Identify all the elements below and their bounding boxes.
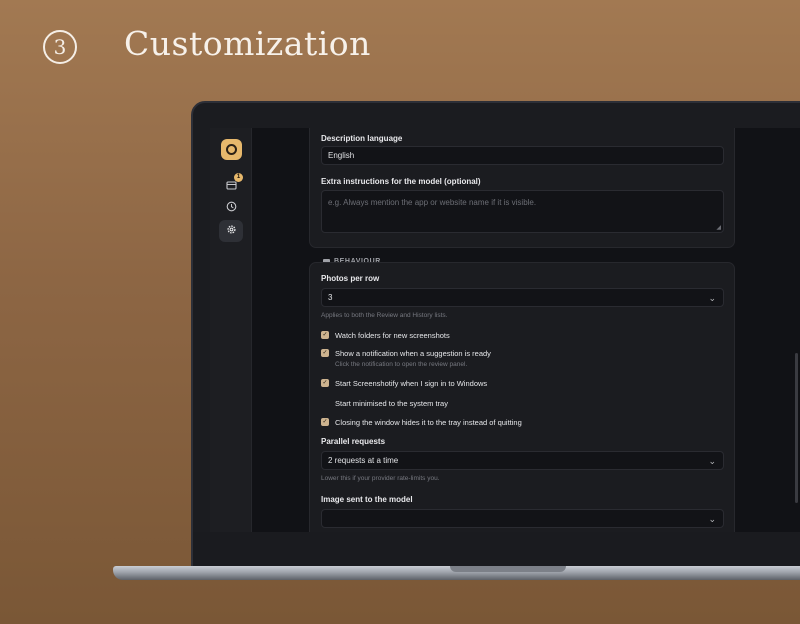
behaviour-card: Photos per row 3 ⌄ Applies to both the R… bbox=[309, 262, 735, 532]
checkbox-checked-icon[interactable]: ✓ bbox=[321, 379, 329, 387]
checkbox-checked-icon[interactable]: ✓ bbox=[321, 349, 329, 357]
clock-icon bbox=[226, 199, 237, 217]
photos-per-row-label: Photos per row bbox=[321, 274, 380, 283]
language-select[interactable]: English bbox=[321, 146, 724, 165]
step-number: 3 bbox=[43, 30, 77, 64]
gear-icon bbox=[226, 222, 237, 240]
parallel-requests-value: 2 requests at a time bbox=[328, 456, 399, 465]
option-label: Show a notification when a suggestion is… bbox=[335, 349, 491, 358]
nav-rail: 1 bbox=[210, 128, 252, 532]
option-label: Watch folders for new screenshots bbox=[335, 331, 450, 340]
photos-per-row-hint: Applies to both the Review and History l… bbox=[321, 312, 448, 319]
option-label: Start Screenshotify when I sign in to Wi… bbox=[335, 379, 488, 388]
option-sublabel: Click the notification to open the revie… bbox=[335, 361, 468, 368]
checkbox-checked-icon[interactable]: ✓ bbox=[321, 418, 329, 426]
review-count-badge: 1 bbox=[234, 173, 243, 182]
content-scrollbar[interactable] bbox=[795, 353, 798, 503]
option-label: Closing the window hides it to the tray … bbox=[335, 418, 522, 427]
extra-instructions-placeholder: e.g. Always mention the app or website n… bbox=[328, 198, 537, 207]
parallel-requests-hint: Lower this if your provider rate-limits … bbox=[321, 475, 440, 482]
language-label: Description language bbox=[321, 134, 403, 143]
laptop-bezel bbox=[193, 532, 800, 566]
option-label: Start minimised to the system tray bbox=[335, 399, 448, 408]
photos-per-row-value: 3 bbox=[328, 293, 333, 302]
nav-settings-button[interactable] bbox=[219, 220, 243, 242]
resize-handle-icon[interactable]: ◢ bbox=[716, 224, 721, 231]
page-headline: Customization bbox=[124, 24, 371, 63]
start-minimised-checkbox[interactable]: Start minimised to the system tray bbox=[321, 399, 448, 408]
notification-checkbox[interactable]: ✓ Show a notification when a suggestion … bbox=[321, 349, 491, 369]
parallel-requests-select[interactable]: 2 requests at a time ⌄ bbox=[321, 451, 724, 470]
close-to-tray-checkbox[interactable]: ✓ Closing the window hides it to the tra… bbox=[321, 418, 522, 427]
image-sent-select[interactable]: ⌄ bbox=[321, 509, 724, 528]
checkbox-checked-icon[interactable]: ✓ bbox=[321, 331, 329, 339]
app-logo-icon[interactable] bbox=[221, 139, 242, 160]
language-value: English bbox=[328, 151, 355, 160]
extra-instructions-label: Extra instructions for the model (option… bbox=[321, 177, 481, 186]
chevron-down-icon: ⌄ bbox=[708, 293, 716, 303]
laptop-notch bbox=[450, 566, 566, 572]
chevron-down-icon: ⌄ bbox=[708, 456, 716, 466]
settings-content: Description language English Extra instr… bbox=[252, 128, 800, 532]
chevron-down-icon: ⌄ bbox=[708, 514, 716, 524]
photos-per-row-select[interactable]: 3 ⌄ bbox=[321, 288, 724, 307]
model-settings-card: Description language English Extra instr… bbox=[309, 128, 735, 248]
checkbox-unchecked-icon[interactable] bbox=[321, 399, 329, 407]
image-sent-label: Image sent to the model bbox=[321, 495, 413, 504]
parallel-requests-label: Parallel requests bbox=[321, 437, 386, 446]
nav-history-button[interactable] bbox=[219, 197, 243, 219]
nav-review-button[interactable]: 1 bbox=[219, 173, 243, 197]
extra-instructions-textarea[interactable]: e.g. Always mention the app or website n… bbox=[321, 190, 724, 233]
app-window: 1 Description language English Extra ins… bbox=[210, 128, 800, 532]
start-on-signin-checkbox[interactable]: ✓ Start Screenshotify when I sign in to … bbox=[321, 379, 487, 388]
watch-folders-checkbox[interactable]: ✓ Watch folders for new screenshots bbox=[321, 331, 450, 340]
